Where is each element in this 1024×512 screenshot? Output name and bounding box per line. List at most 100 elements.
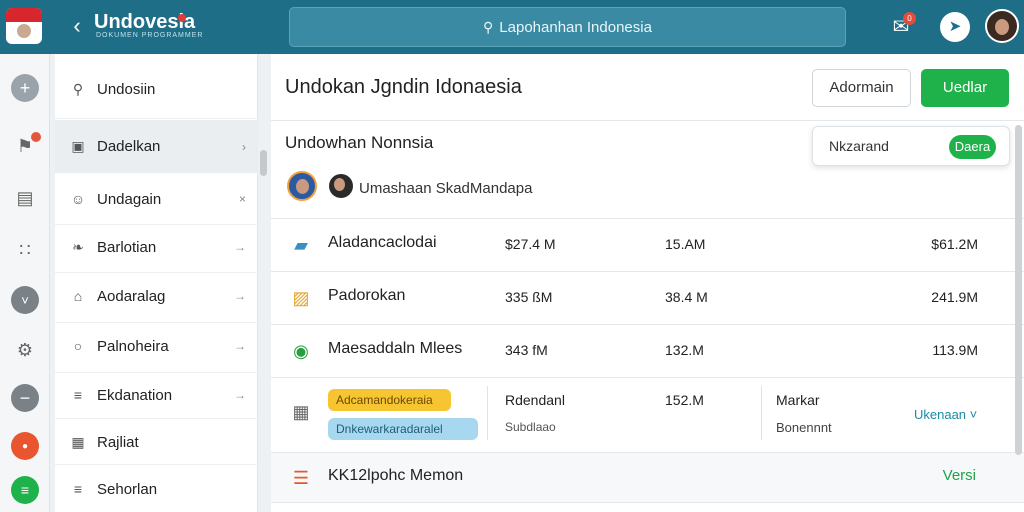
row-name: Padorokan bbox=[328, 287, 406, 304]
flag-avatar-icon[interactable] bbox=[6, 8, 42, 44]
tag-blue[interactable]: Dnkewarkaradaralel bbox=[328, 418, 478, 440]
location-icon: ◉ bbox=[293, 340, 309, 361]
sidebar-item[interactable]: ○ Palnoheira → bbox=[55, 321, 258, 371]
table-row[interactable]: ☰ KK12lpohc Memon Versi bbox=[271, 452, 1024, 502]
search-icon: ⚲ bbox=[72, 80, 84, 97]
floating-card-label: Nkzarand bbox=[829, 138, 889, 154]
sidebar-item-label: Aodaralag bbox=[97, 287, 166, 305]
brand-dot-icon bbox=[178, 14, 186, 22]
user-avatar[interactable] bbox=[985, 9, 1019, 43]
version-link[interactable]: Versi bbox=[943, 467, 976, 484]
row-value-1: $27.4 M bbox=[505, 236, 556, 252]
sidebar-item-label: Palnoheira bbox=[97, 337, 169, 355]
sidebar-item[interactable]: ❧ Barlotian → bbox=[55, 222, 258, 272]
search-icon: ⚲ bbox=[483, 19, 494, 35]
row-value-2: 15.AM bbox=[665, 236, 706, 252]
sidebar-item[interactable]: ⌂ Aodaralag → bbox=[55, 271, 258, 321]
sidebar-scrollbar[interactable] bbox=[260, 150, 267, 176]
row-value-2: 38.4 M bbox=[665, 289, 708, 305]
table-row bbox=[271, 502, 1024, 512]
arrow-right-icon: → bbox=[234, 388, 246, 402]
close-icon[interactable]: × bbox=[239, 192, 246, 206]
main-panel: Undokan Jgndin Idonaesia Adormain Uedlar… bbox=[271, 54, 1024, 512]
status-pill-button[interactable]: Daera bbox=[949, 135, 996, 159]
dropdown-link[interactable]: Ukenaan ˅ bbox=[914, 407, 977, 422]
primary-button[interactable]: Uedlar bbox=[921, 69, 1009, 107]
rail-badge bbox=[31, 132, 41, 142]
table-row[interactable]: ▰ Aladancaclodai $27.4 M 15.AM $61.2M bbox=[271, 218, 1024, 271]
arrow-right-icon: → bbox=[234, 339, 246, 353]
secondary-button[interactable]: Adormain bbox=[812, 69, 911, 107]
detail-title: Rdendanl bbox=[505, 392, 565, 408]
record-icon[interactable]: ● bbox=[11, 432, 39, 460]
sidebar-item-label: Barlotian bbox=[97, 238, 157, 256]
sidebar-item[interactable]: ▦ Rajliat bbox=[55, 417, 258, 467]
user-icon: ☺ bbox=[70, 191, 86, 207]
divider bbox=[487, 386, 488, 440]
share-icon[interactable]: ➤ bbox=[940, 12, 970, 42]
chevron-down-icon[interactable]: ˅ bbox=[11, 286, 39, 314]
search-bar[interactable]: ⚲ Lapohan­han Indonesia bbox=[289, 7, 846, 47]
detail-marker-title: Markar bbox=[776, 392, 820, 408]
back-arrow-icon[interactable]: ‹ bbox=[66, 12, 88, 40]
minus-icon[interactable]: − bbox=[11, 384, 39, 412]
row-name: Aladancaclodai bbox=[328, 234, 437, 251]
sidebar-item[interactable]: ≡ Sehorlan bbox=[55, 464, 258, 512]
sidebar-item[interactable]: ☺ Undagain × bbox=[55, 174, 258, 224]
icon-rail: + ⚑ ▤ ∷ ˅ ⚙ − ● ≡ bbox=[0, 54, 50, 512]
add-icon[interactable]: + bbox=[11, 74, 39, 102]
row-value-2: 132.M bbox=[665, 342, 704, 358]
sidebar-item-label: Sehorlan bbox=[97, 480, 158, 498]
tag-yellow[interactable]: Adcamandokeraia bbox=[328, 389, 451, 411]
chevron-right-icon: › bbox=[242, 139, 246, 154]
arrow-right-icon: → bbox=[234, 289, 246, 303]
divider bbox=[761, 386, 762, 440]
main-scrollbar[interactable] bbox=[1015, 125, 1022, 455]
folder-open-icon: ▨ bbox=[292, 287, 310, 308]
home-icon: ⌂ bbox=[73, 288, 83, 304]
divider bbox=[271, 120, 1024, 121]
document-icon: ≡ bbox=[73, 387, 83, 403]
notification-badge: 0 bbox=[903, 12, 916, 25]
row-value-1: 343 fM bbox=[505, 342, 548, 358]
sidebar-item[interactable]: ⚲ Undosiin bbox=[55, 64, 258, 114]
brand-tagline: DOKUMEN PROGRAMMER bbox=[96, 32, 204, 39]
table-row[interactable]: ◉ Maesaddaln Mlees 343 fM 132.M 113.9M bbox=[271, 324, 1024, 377]
list-icon: ≡ bbox=[73, 481, 83, 497]
row-name: KK12lpohc Memon bbox=[328, 467, 464, 484]
row-value-3: 241.9M bbox=[931, 289, 978, 305]
sidebar-item[interactable]: ≡ Ekdanation → bbox=[55, 370, 258, 420]
arrow-right-icon: → bbox=[234, 240, 246, 254]
document-icon[interactable]: ▤ bbox=[11, 184, 39, 212]
calendar-icon: ▦ bbox=[71, 433, 85, 450]
detail-row[interactable]: ▦ Adcamandokeraia Dnkewarkaradaralel Rde… bbox=[271, 377, 1024, 452]
chat-icon: ○ bbox=[73, 338, 83, 354]
search-text: Lapohan­han Indonesia bbox=[499, 19, 652, 36]
building-icon: ▦ bbox=[292, 401, 310, 422]
sidebar-item-label: Ekdanation bbox=[97, 386, 173, 404]
menu-lines-icon: ☰ bbox=[292, 467, 310, 488]
bird-icon: ❧ bbox=[72, 238, 84, 255]
section-title: Undowhan Nonnsia bbox=[285, 133, 434, 152]
member-avatar[interactable] bbox=[329, 174, 353, 198]
top-bar: ‹ Undovesia DOKUMEN PROGRAMMER ⚲ Lapohan­… bbox=[0, 0, 1024, 54]
image-icon: ▣ bbox=[71, 138, 85, 154]
list-icon[interactable]: ≡ bbox=[11, 476, 39, 504]
detail-subtitle: Subdlaao bbox=[505, 420, 556, 434]
row-name: Maesaddaln Mlees bbox=[328, 340, 463, 357]
gear-icon[interactable]: ⚙ bbox=[11, 336, 39, 364]
members-label: Umashaan SkadMandapa bbox=[359, 180, 533, 197]
sidebar-item-label: Dadelkan bbox=[97, 138, 161, 155]
row-value-1: 335 ßM bbox=[505, 289, 553, 305]
table-row[interactable]: ▨ Padorokan 335 ßM 38.4 M 241.9M bbox=[271, 271, 1024, 324]
row-value-3: 113.9M bbox=[932, 342, 978, 358]
detail-value: 152.M bbox=[665, 392, 704, 408]
member-avatar[interactable] bbox=[287, 171, 317, 201]
sidebar: ⚲ Undosiin ▣ Dadelkan › ☺ Undagain × ❧ Barloti… bbox=[55, 54, 258, 512]
folder-icon: ▰ bbox=[294, 234, 308, 255]
grid-icon[interactable]: ∷ bbox=[11, 236, 39, 264]
sidebar-item-label: Undagain bbox=[97, 190, 162, 208]
sidebar-item-active[interactable]: ▣ Dadelkan › bbox=[55, 120, 258, 173]
sidebar-item-label: Rajliat bbox=[97, 433, 139, 451]
page-title: Undokan Jgndin Idonaesia bbox=[285, 76, 522, 98]
